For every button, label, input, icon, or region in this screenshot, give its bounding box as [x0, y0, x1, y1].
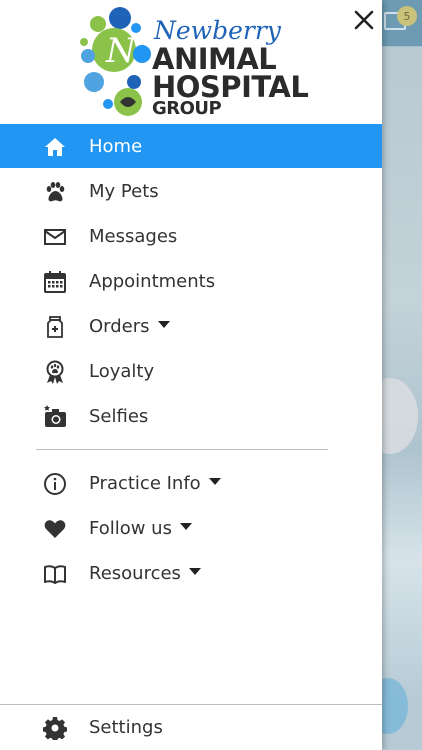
gear-icon	[42, 715, 68, 741]
menu-item-label: Resources	[89, 563, 201, 584]
menu-item-my-pets[interactable]: My Pets	[0, 169, 382, 213]
close-drawer-button[interactable]	[350, 6, 378, 34]
chevron-down-icon	[208, 478, 221, 485]
hospital-logo: N Newberry ANIMAL HOSPITAL GROUP	[76, 6, 309, 119]
menu-item-label: My Pets	[89, 180, 159, 202]
menu-item-appointments[interactable]: Appointments	[0, 259, 382, 303]
menu-item-follow-us[interactable]: Follow us	[0, 506, 382, 550]
menu-item-label: Orders	[89, 316, 170, 337]
award-ribbon-icon	[42, 359, 68, 385]
menu-item-label: Follow us	[89, 518, 192, 539]
envelope-icon	[42, 224, 68, 250]
heart-icon	[42, 516, 68, 542]
menu-item-orders[interactable]: Orders	[0, 304, 382, 348]
logo-circles-icon: N	[80, 7, 151, 116]
chevron-down-icon	[188, 568, 201, 575]
menu-item-label: Practice Info	[89, 473, 221, 494]
menu-item-label: Appointments	[89, 270, 216, 292]
medicine-bottle-icon	[42, 314, 68, 340]
menu-item-resources[interactable]: Resources	[0, 551, 382, 595]
home-icon	[42, 134, 68, 160]
camera-icon	[42, 404, 68, 430]
menu-item-label: Loyalty	[89, 360, 155, 382]
menu-item-label: Home	[89, 135, 143, 157]
menu-item-label: Settings	[89, 716, 163, 738]
menu-item-label: Selfies	[89, 405, 149, 427]
logo-script-text: Newberry	[154, 16, 281, 45]
chevron-down-icon	[179, 523, 192, 530]
background-app	[382, 0, 422, 750]
inbox-badge: 5	[397, 6, 417, 26]
close-icon	[354, 10, 374, 30]
calendar-icon	[42, 269, 68, 295]
menu-item-settings[interactable]: Settings	[0, 705, 382, 749]
navigation-drawer: N Newberry ANIMAL HOSPITAL GROUP Home My…	[0, 0, 382, 750]
logo-line-3: GROUP	[152, 98, 222, 119]
menu-item-messages[interactable]: Messages	[0, 214, 382, 258]
menu-item-label: Messages	[89, 225, 178, 247]
info-icon	[42, 471, 68, 497]
book-icon	[42, 561, 68, 587]
paw-icon	[42, 179, 68, 205]
chevron-down-icon	[157, 321, 170, 328]
menu-item-home[interactable]: Home	[0, 124, 382, 168]
menu-item-practice-info[interactable]: Practice Info	[0, 461, 382, 505]
svg-text:N: N	[105, 31, 137, 71]
menu-item-selfies[interactable]: Selfies	[0, 394, 382, 438]
menu-divider	[36, 449, 328, 450]
menu-item-loyalty[interactable]: Loyalty	[0, 349, 382, 393]
